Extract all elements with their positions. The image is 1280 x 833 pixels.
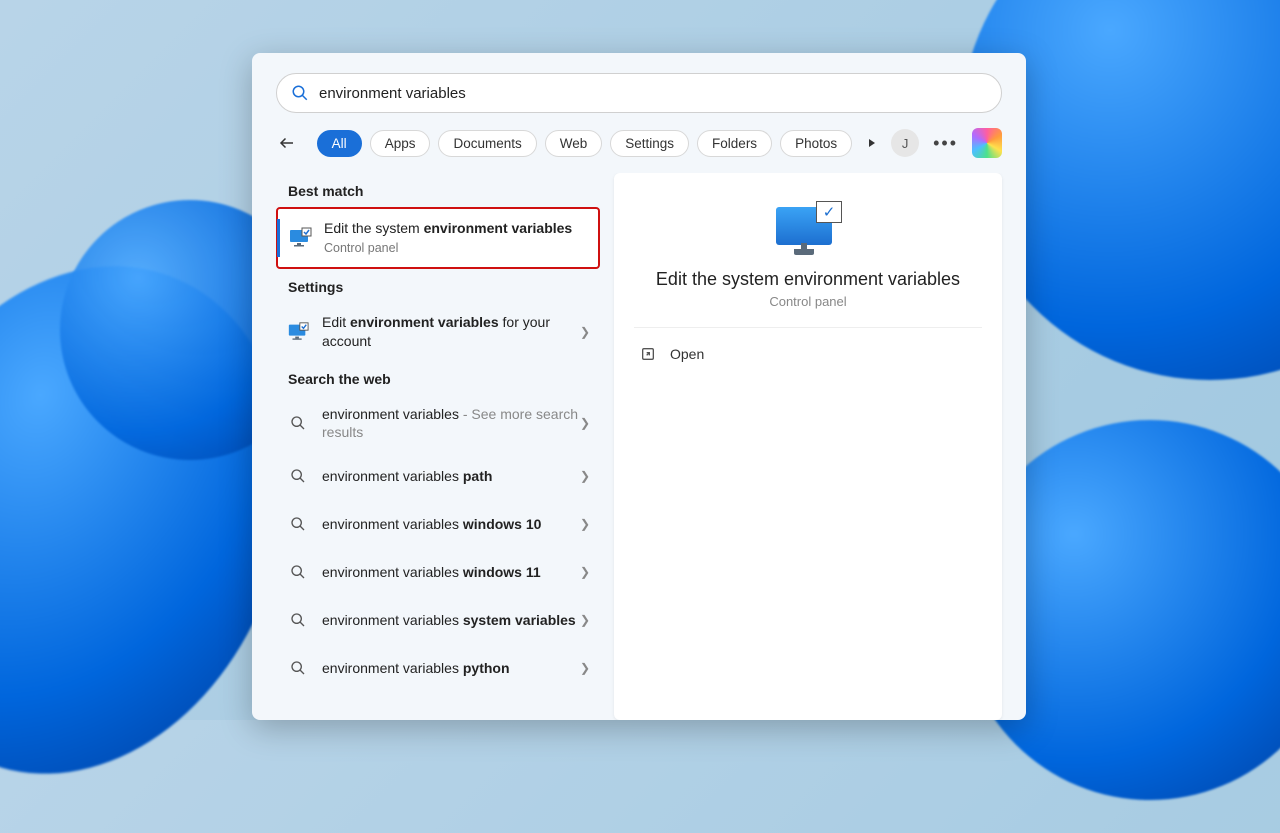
chevron-right-icon: ❯ xyxy=(580,469,590,483)
preview-card: ✓ Edit the system environment variables … xyxy=(614,173,1002,720)
search-input[interactable] xyxy=(319,85,987,102)
search-icon xyxy=(284,558,312,586)
filter-row: All Apps Documents Web Settings Folders … xyxy=(252,113,1026,173)
back-button[interactable] xyxy=(272,127,303,159)
filter-all[interactable]: All xyxy=(317,130,362,157)
filter-folders[interactable]: Folders xyxy=(697,130,772,157)
result-settings-item[interactable]: Edit environment variables for your acco… xyxy=(276,303,600,361)
result-web-item[interactable]: environment variables python❯ xyxy=(276,644,600,692)
result-label: environment variables path xyxy=(322,467,580,486)
search-panel: All Apps Documents Web Settings Folders … xyxy=(252,53,1026,720)
result-label: environment variables system variables xyxy=(322,611,580,630)
filter-apps[interactable]: Apps xyxy=(370,130,431,157)
filter-photos[interactable]: Photos xyxy=(780,130,852,157)
chevron-right-icon: ❯ xyxy=(580,661,590,675)
chevron-right-icon: ❯ xyxy=(580,613,590,627)
preview-column: ✓ Edit the system environment variables … xyxy=(614,173,1026,720)
result-web-item[interactable]: environment variables system variables❯ xyxy=(276,596,600,644)
section-best-match: Best match xyxy=(288,183,600,199)
chevron-right-icon: ❯ xyxy=(580,416,590,430)
search-icon xyxy=(291,84,309,102)
result-label: environment variables - See more search … xyxy=(322,405,580,443)
search-icon xyxy=(284,409,312,437)
result-label: environment variables python xyxy=(322,659,580,678)
result-label: Edit the system environment variables Co… xyxy=(324,219,588,257)
results-column: Best match Edit the system environment v… xyxy=(252,173,614,720)
preview-title: Edit the system environment variables xyxy=(634,269,982,290)
chevron-right-icon: ❯ xyxy=(580,517,590,531)
filter-settings[interactable]: Settings xyxy=(610,130,689,157)
copilot-icon[interactable] xyxy=(972,128,1002,158)
chevron-right-icon: ❯ xyxy=(580,565,590,579)
result-web-item[interactable]: environment variables windows 10❯ xyxy=(276,500,600,548)
result-label: environment variables windows 11 xyxy=(322,563,580,582)
filters-scroll-right[interactable] xyxy=(860,131,883,155)
control-panel-icon xyxy=(286,224,314,252)
search-icon xyxy=(284,654,312,682)
triangle-right-icon xyxy=(867,138,877,148)
result-web-item[interactable]: environment variables windows 11❯ xyxy=(276,548,600,596)
search-icon xyxy=(284,462,312,490)
result-web-item[interactable]: environment variables path❯ xyxy=(276,452,600,500)
result-label: Edit environment variables for your acco… xyxy=(322,313,580,351)
user-avatar[interactable]: J xyxy=(891,129,919,157)
preview-subtitle: Control panel xyxy=(634,294,982,309)
section-search-web: Search the web xyxy=(288,371,600,387)
result-best-match[interactable]: Edit the system environment variables Co… xyxy=(276,207,600,269)
search-icon xyxy=(284,510,312,538)
search-bar[interactable] xyxy=(276,73,1002,113)
section-settings: Settings xyxy=(288,279,600,295)
preview-app-icon: ✓ xyxy=(776,203,840,255)
more-menu[interactable]: ••• xyxy=(933,133,958,154)
arrow-left-icon xyxy=(278,134,296,152)
preview-action-open[interactable]: Open xyxy=(634,328,982,380)
control-panel-icon xyxy=(284,318,312,346)
open-icon xyxy=(640,346,656,362)
filter-documents[interactable]: Documents xyxy=(438,130,536,157)
open-label: Open xyxy=(670,346,704,362)
filter-web[interactable]: Web xyxy=(545,130,603,157)
search-icon xyxy=(284,606,312,634)
chevron-right-icon: ❯ xyxy=(580,325,590,339)
result-label: environment variables windows 10 xyxy=(322,515,580,534)
result-web-item[interactable]: environment variables - See more search … xyxy=(276,395,600,453)
